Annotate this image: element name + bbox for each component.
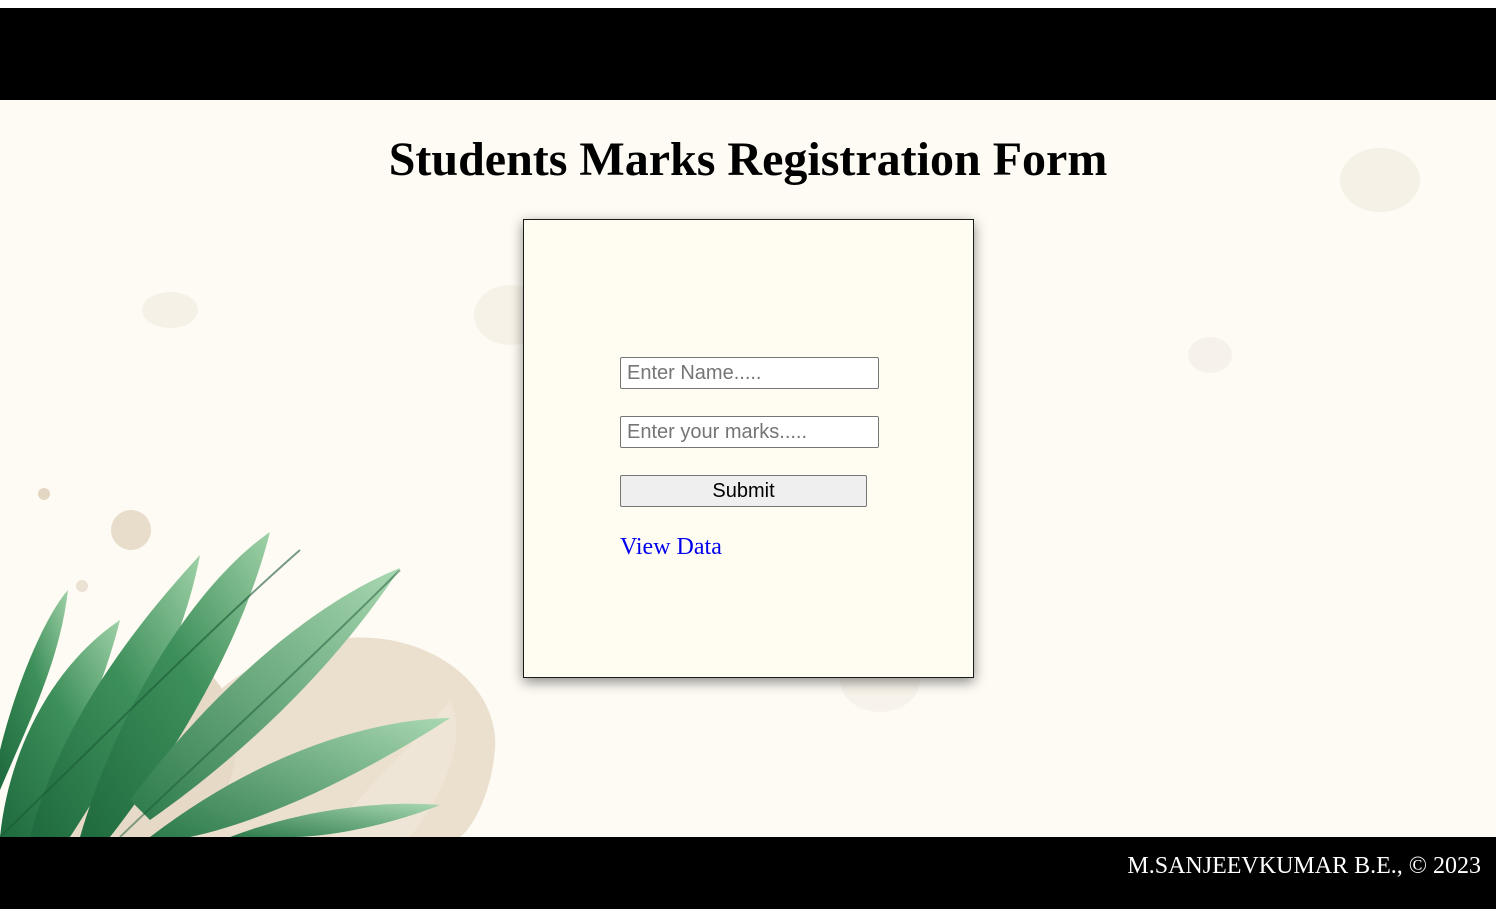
submit-button[interactable]: Submit (620, 475, 867, 507)
footer-bar: M.SANJEEVKUMAR B.E., © 2023 (0, 837, 1496, 909)
page: Students Marks Registration Form Submit … (0, 0, 1496, 911)
marks-input[interactable] (620, 416, 879, 448)
registration-form: Submit View Data (523, 219, 974, 678)
footer-copyright: M.SANJEEVKUMAR B.E., © 2023 (1127, 853, 1481, 879)
header-bar (0, 8, 1496, 100)
view-data-link[interactable]: View Data (620, 532, 722, 562)
name-input[interactable] (620, 357, 879, 389)
top-strip (0, 0, 1496, 8)
page-title: Students Marks Registration Form (388, 133, 1108, 186)
